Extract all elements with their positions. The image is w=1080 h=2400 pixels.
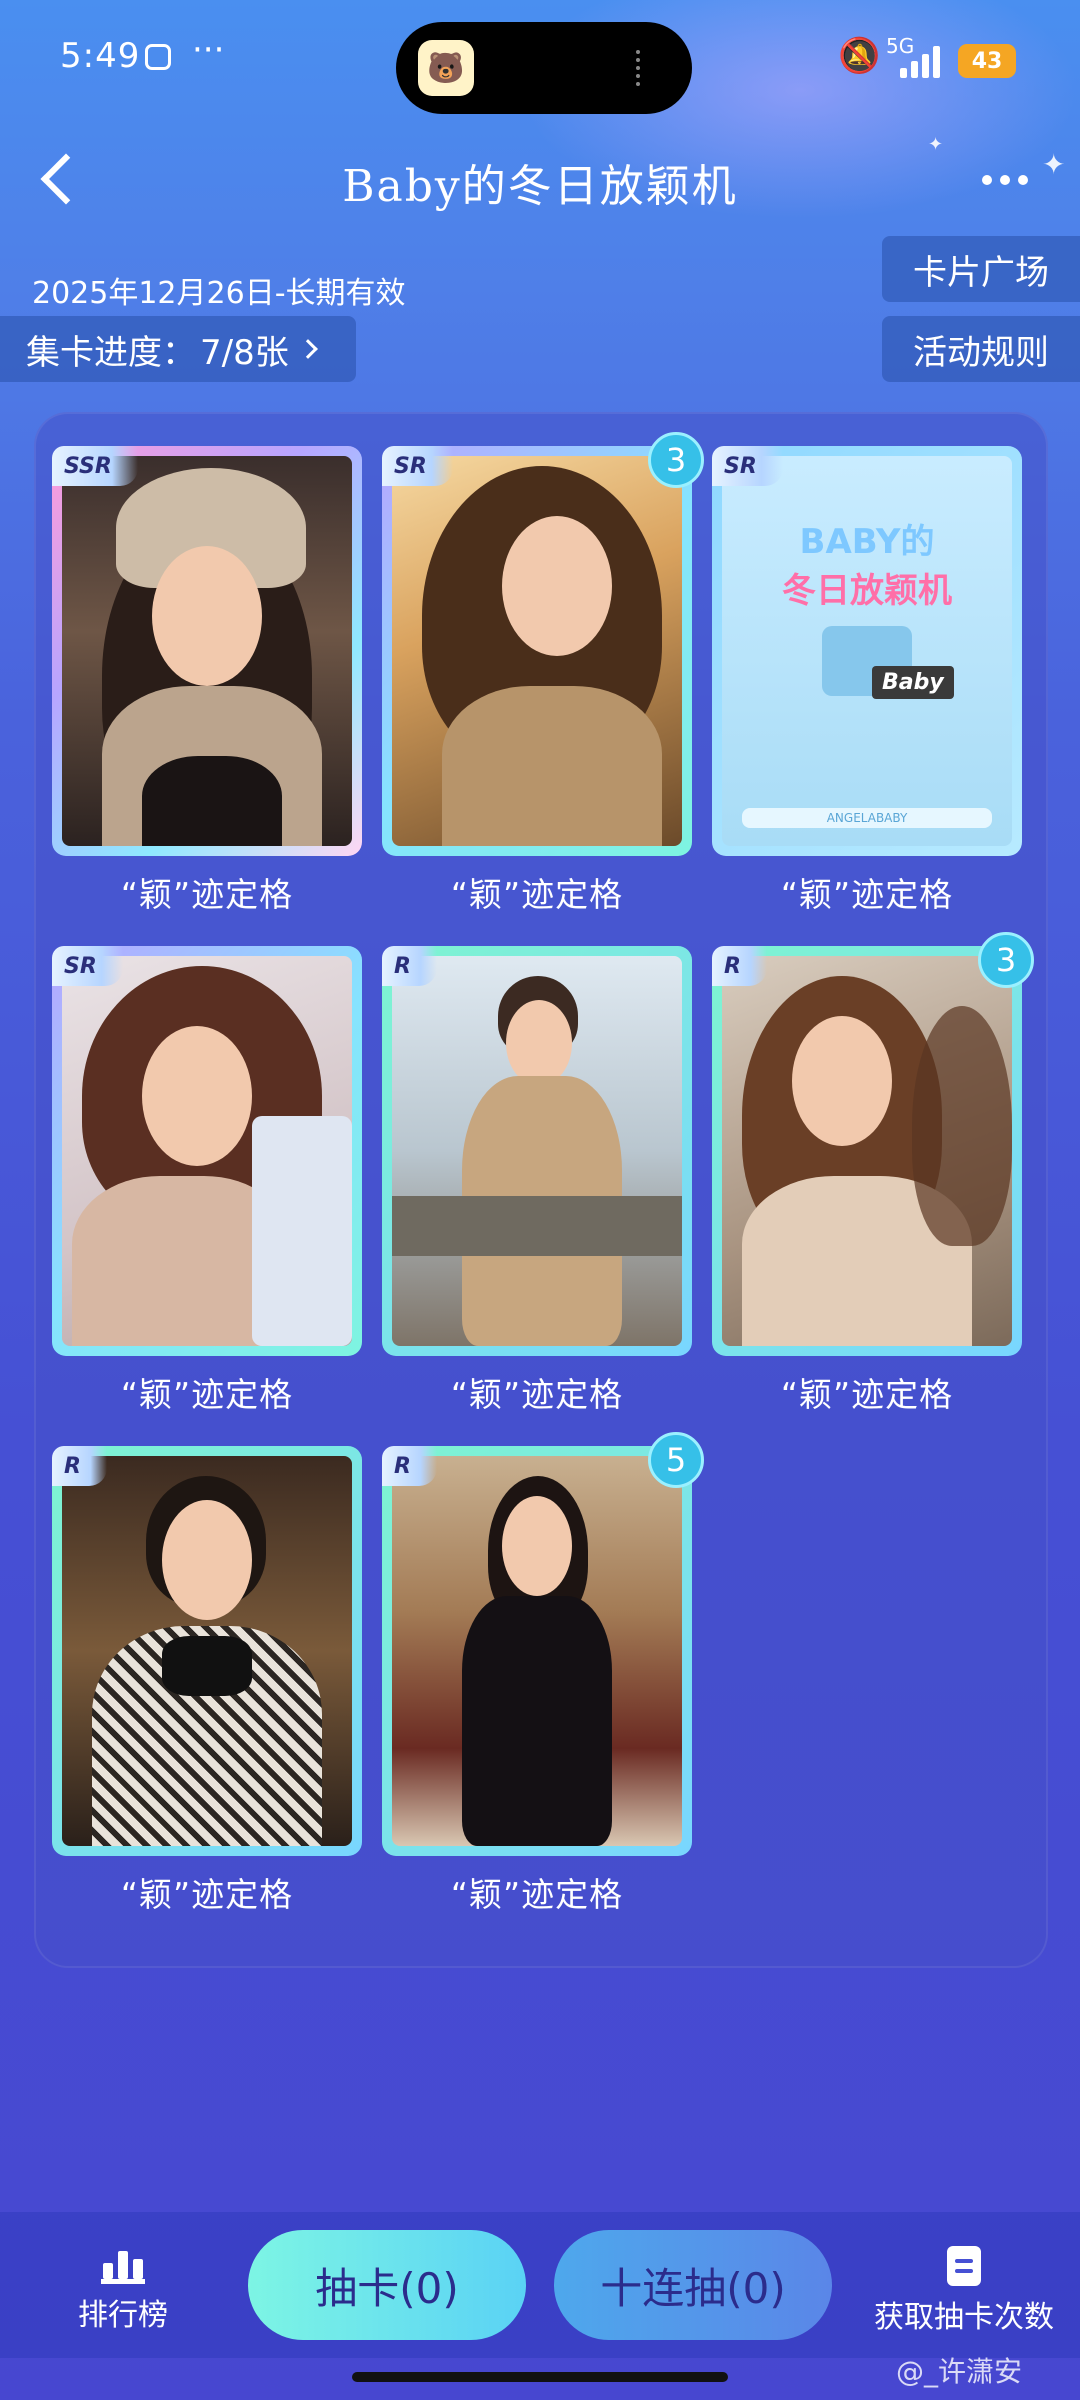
chevron-right-icon	[297, 339, 318, 359]
poster-signature: Baby	[872, 666, 954, 699]
rarity-badge: R	[52, 1446, 107, 1486]
progress-label: 集卡进度：	[26, 332, 196, 373]
draw-one-button[interactable]: 抽卡(0)	[248, 2230, 526, 2340]
poster-title: BABY的	[799, 522, 935, 562]
get-draws-button[interactable]: 获取抽卡次数	[862, 2246, 1066, 2336]
card-caption: “颖”迹定格	[780, 875, 954, 914]
card-caption: “颖”迹定格	[120, 1375, 294, 1414]
battery-icon: 43	[958, 44, 1016, 78]
collection-card[interactable]: SR	[52, 946, 362, 1356]
card-caption: “颖”迹定格	[120, 1875, 294, 1914]
collection-card[interactable]: SSR	[52, 446, 362, 856]
collection-card[interactable]: R	[382, 946, 692, 1356]
collection-card[interactable]: R	[382, 1446, 692, 1856]
rarity-badge: R	[382, 1446, 437, 1486]
date-range: 2025年12月26日-长期有效	[32, 276, 406, 311]
island-indicator	[636, 50, 642, 86]
poster-subtitle: 冬日放颖机	[782, 571, 952, 611]
ranking-label: 排行榜	[78, 2298, 168, 2333]
home-indicator[interactable]	[352, 2372, 728, 2382]
rarity-badge: SR	[52, 946, 123, 986]
bell-muted-icon: 🔕	[838, 36, 881, 76]
rarity-badge: R	[382, 946, 437, 986]
watermark: @_许潇安	[896, 2355, 1023, 2388]
signal-icon	[900, 44, 944, 78]
card-count-badge: 5	[648, 1432, 704, 1488]
collection-card[interactable]: R	[52, 1446, 362, 1856]
card-caption: “颖”迹定格	[450, 1875, 624, 1914]
collection-card[interactable]: BABY的 冬日放颖机 Baby ANGELABABY SR	[712, 446, 1022, 856]
collection-card[interactable]: SR	[382, 446, 692, 856]
card-caption: “颖”迹定格	[780, 1375, 954, 1414]
card-caption: “颖”迹定格	[450, 875, 624, 914]
rarity-badge: R	[712, 946, 767, 986]
rarity-badge: SR	[382, 446, 453, 486]
more-dots-icon[interactable]	[960, 152, 1050, 208]
collection-progress-button[interactable]: 集卡进度： 7/8张	[0, 316, 356, 382]
ranking-button[interactable]: 排行榜	[48, 2246, 198, 2334]
ranking-bar-icon	[101, 2246, 145, 2284]
progress-value: 7/8张	[200, 332, 289, 373]
back-chevron-icon[interactable]	[34, 148, 84, 210]
card-square-button[interactable]: 卡片广场	[882, 236, 1080, 302]
status-bar: 5:49 ··· 🐻 🔕 5G 43	[0, 0, 1080, 130]
sparkle-icon: ✦	[928, 134, 944, 155]
card-count-badge: 3	[978, 932, 1034, 988]
document-icon	[947, 2246, 981, 2286]
rarity-badge: SR	[712, 446, 783, 486]
page-title: Baby的冬日放颖机	[342, 161, 738, 212]
card-caption: “颖”迹定格	[450, 1375, 624, 1414]
status-more-dots: ···	[192, 30, 225, 70]
card-count-badge: 3	[648, 432, 704, 488]
rarity-badge: SSR	[52, 446, 138, 486]
draw-ten-button[interactable]: 十连抽(0)	[554, 2230, 832, 2340]
activity-rules-button[interactable]: 活动规则	[882, 316, 1080, 382]
card-caption: “颖”迹定格	[120, 875, 294, 914]
dynamic-island: 🐻	[396, 22, 692, 114]
status-time: 5:49	[60, 36, 141, 76]
poster-footer: ANGELABABY	[742, 808, 992, 828]
get-draws-label: 获取抽卡次数	[874, 2300, 1054, 2335]
island-app-icon: 🐻	[418, 40, 474, 96]
collection-card[interactable]: R	[712, 946, 1022, 1356]
status-app-icon	[145, 44, 171, 70]
card-collection-panel: SSR “颖”迹定格 SR 3 “颖”迹定格 BABY的 冬日放颖机 Baby …	[34, 412, 1048, 1968]
